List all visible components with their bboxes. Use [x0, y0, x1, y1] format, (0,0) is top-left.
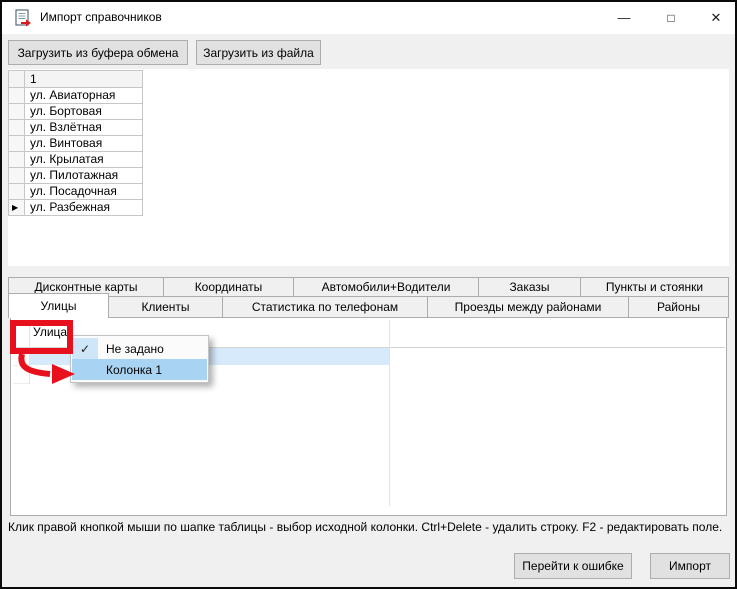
street-cell[interactable]: ул. Взлётная — [25, 120, 143, 136]
street-cell[interactable]: ул. Крылатая — [25, 152, 143, 168]
street-cell[interactable]: ул. Авиаторная — [25, 88, 143, 104]
minimize-button[interactable]: — — [604, 3, 644, 32]
column-context-menu: ✓ Не задано Колонка 1 — [70, 335, 209, 383]
table-row[interactable]: ▶ ул. Разбежная — [9, 200, 143, 216]
row-header-cell[interactable] — [9, 88, 25, 104]
menu-item-label: Не задано — [98, 342, 164, 356]
source-data-area: 1 ул. Авиаторная ул. Бортовая ул. Взлётн… — [8, 69, 729, 266]
tab-clients[interactable]: Клиенты — [108, 296, 223, 318]
row-header-cell[interactable] — [9, 184, 25, 200]
table-row[interactable]: ул. Взлётная — [9, 120, 143, 136]
mapping-grid-row-line — [13, 383, 29, 384]
row-header-cell[interactable] — [9, 168, 25, 184]
tab-district-transits[interactable]: Проезды между районами — [427, 296, 629, 318]
row-header-cell[interactable] — [9, 104, 25, 120]
source-table[interactable]: 1 ул. Авиаторная ул. Бортовая ул. Взлётн… — [8, 70, 143, 216]
row-header-cell[interactable] — [9, 152, 25, 168]
table-row[interactable]: ул. Пилотажная — [9, 168, 143, 184]
tab-coordinates[interactable]: Координаты — [163, 277, 294, 297]
menu-item-label: Колонка 1 — [98, 363, 162, 377]
tab-orders[interactable]: Заказы — [478, 277, 581, 297]
table-row[interactable]: ул. Крылатая — [9, 152, 143, 168]
source-column-header[interactable]: 1 — [25, 71, 143, 88]
source-header-row: 1 — [9, 71, 143, 88]
goto-error-button[interactable]: Перейти к ошибке — [514, 553, 632, 579]
import-document-icon — [14, 9, 32, 27]
menu-item-not-set[interactable]: ✓ Не задано — [72, 338, 207, 359]
table-row[interactable]: ул. Авиаторная — [9, 88, 143, 104]
current-row-header-cell[interactable]: ▶ — [9, 200, 25, 216]
tab-streets[interactable]: Улицы — [8, 293, 109, 318]
maximize-button[interactable]: □ — [651, 3, 691, 32]
street-cell[interactable]: ул. Винтовая — [25, 136, 143, 152]
row-header-cell[interactable] — [9, 136, 25, 152]
table-row[interactable]: ул. Бортовая — [9, 104, 143, 120]
tab-phone-statistics[interactable]: Статистика по телефонам — [222, 296, 428, 318]
table-row[interactable]: ул. Винтовая — [9, 136, 143, 152]
load-from-file-button[interactable]: Загрузить из файла — [196, 40, 321, 65]
mapping-grid-column-line — [389, 320, 390, 506]
street-cell[interactable]: ул. Разбежная — [25, 200, 143, 216]
current-row-arrow-icon: ▶ — [12, 203, 18, 213]
row-header-cell[interactable] — [9, 120, 25, 136]
menu-item-column-1[interactable]: Колонка 1 — [72, 359, 207, 380]
load-from-clipboard-button[interactable]: Загрузить из буфера обмена — [8, 40, 188, 65]
empty-check-cell — [72, 359, 98, 380]
close-icon: ✕ — [711, 10, 722, 26]
titlebar: Импорт справочников — □ ✕ — [2, 2, 735, 34]
source-corner-cell — [9, 71, 25, 88]
window-title: Импорт справочников — [40, 10, 162, 24]
import-button[interactable]: Импорт — [650, 553, 730, 579]
tab-points-parkings[interactable]: Пункты и стоянки — [580, 277, 729, 297]
street-cell[interactable]: ул. Бортовая — [25, 104, 143, 120]
maximize-icon: □ — [667, 11, 674, 25]
street-cell[interactable]: ул. Посадочная — [25, 184, 143, 200]
mapping-grid-row-line — [13, 365, 29, 366]
tab-cars-drivers[interactable]: Автомобили+Водители — [293, 277, 479, 297]
checkmark-icon: ✓ — [72, 338, 98, 359]
minimize-icon: — — [618, 10, 631, 25]
status-hint: Клик правой кнопкой мыши по шапке таблиц… — [8, 520, 730, 534]
import-directories-dialog: Импорт справочников — □ ✕ Загрузить из б… — [0, 0, 737, 589]
table-row[interactable]: ул. Посадочная — [9, 184, 143, 200]
tab-districts[interactable]: Районы — [628, 296, 729, 318]
mapping-column-header[interactable]: Улица — [33, 325, 67, 339]
street-cell[interactable]: ул. Пилотажная — [25, 168, 143, 184]
close-button[interactable]: ✕ — [696, 3, 736, 32]
